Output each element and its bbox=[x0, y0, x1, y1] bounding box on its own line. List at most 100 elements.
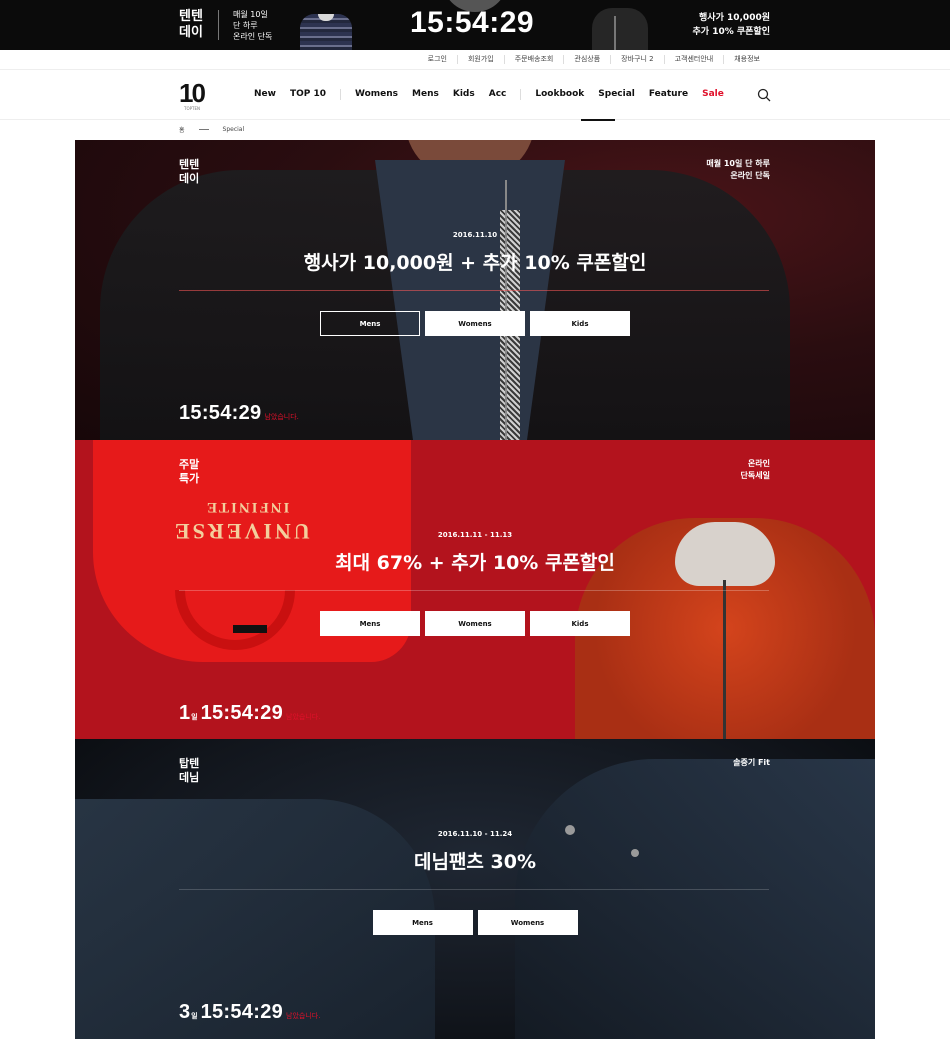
util-link-login[interactable]: 로그인 bbox=[418, 55, 457, 64]
countdown-time: 15:54:29 bbox=[179, 402, 262, 424]
banner-headline: 행사가 10,000원 + 추가 10% 쿠폰할인 bbox=[303, 252, 647, 274]
countdown-remaining-text: 남았습니다. bbox=[286, 1012, 321, 1020]
kids-button[interactable]: Kids bbox=[530, 611, 630, 636]
countdown-days: 3 bbox=[179, 1001, 191, 1023]
nav-divider bbox=[340, 89, 341, 100]
promo-brand-line2: 데이 bbox=[179, 25, 203, 40]
nav-mens[interactable]: Mens bbox=[412, 89, 439, 100]
banner-date: 2016.11.10 bbox=[452, 231, 498, 239]
banner-date: 2016.11.11 - 11.13 bbox=[437, 531, 513, 539]
breadcrumb-current: Special bbox=[222, 126, 245, 133]
promo-offer-line1: 행사가 10,000원 bbox=[699, 13, 770, 23]
countdown-day-unit: 일 bbox=[191, 713, 198, 721]
event-banner-denim[interactable]: 탑텐 데님 솔중기 Fit 2016.11.10 - 11.24 데님팬츠 30… bbox=[75, 739, 875, 1039]
hoodie-zipper bbox=[723, 580, 726, 739]
countdown-time: 15:54:29 bbox=[200, 1001, 284, 1023]
mens-button[interactable]: Mens bbox=[320, 611, 420, 636]
banner-note-line1: 온라인 bbox=[747, 459, 770, 468]
womens-button[interactable]: Womens bbox=[425, 611, 525, 636]
promo-countdown-clock: 15:54:29 bbox=[410, 6, 535, 39]
promo-jacket-zipper bbox=[614, 16, 616, 50]
promo-brand-title: 텐텐 데이 bbox=[179, 9, 203, 41]
countdown-timer: 3 일 15:54:29 남았습니다. bbox=[179, 1001, 320, 1024]
banner-category-buttons: Mens Womens Kids bbox=[75, 311, 875, 336]
countdown-day-unit: 일 bbox=[191, 1012, 198, 1020]
banner-note-line2: 단독세일 bbox=[740, 471, 770, 480]
nav-womens[interactable]: Womens bbox=[355, 89, 398, 100]
nav-lookbook[interactable]: Lookbook bbox=[535, 89, 584, 100]
util-link-signup[interactable]: 회원가입 bbox=[456, 55, 504, 64]
top-promo-banner[interactable]: 텐텐 데이 매월 10일 단 하루 온라인 단독 15:54:29 행사가 10… bbox=[0, 0, 950, 50]
banner-category-buttons: Mens Womens bbox=[75, 910, 875, 935]
jacket-zipper bbox=[505, 180, 507, 440]
banner-tag-line2: 특가 bbox=[179, 472, 200, 485]
logo-subtext: TOPTEN bbox=[184, 106, 200, 111]
promo-desc-line1: 매월 10일 bbox=[233, 10, 268, 19]
banner-note-line2: 온라인 단독 bbox=[730, 171, 770, 180]
promo-brand-line1: 텐텐 bbox=[179, 9, 203, 24]
util-link-careers[interactable]: 채용정보 bbox=[723, 55, 770, 64]
promo-offer-line2: 추가 10% 쿠폰할인 bbox=[692, 27, 771, 37]
banner-divider bbox=[179, 290, 769, 291]
promo-description: 매월 10일 단 하루 온라인 단독 bbox=[233, 9, 272, 42]
promo-offer: 행사가 10,000원 추가 10% 쿠폰할인 bbox=[693, 11, 771, 39]
utility-links: 로그인 회원가입 주문배송조회 관심상품 장바구니 2 고객센터안내 채용정보 bbox=[418, 55, 770, 64]
banner-tag: 주말 특가 bbox=[179, 458, 199, 486]
banner-divider bbox=[179, 590, 769, 591]
banner-date: 2016.11.10 - 11.24 bbox=[437, 830, 513, 838]
promo-desc-line3: 온라인 단독 bbox=[233, 32, 273, 41]
mens-button[interactable]: Mens bbox=[320, 311, 420, 336]
nav-acc[interactable]: Acc bbox=[489, 89, 507, 100]
nav-active-indicator bbox=[581, 119, 615, 121]
banner-tag-line2: 데님 bbox=[179, 771, 200, 784]
countdown-days: 1 bbox=[179, 702, 191, 724]
banner-note-line1: 매월 10일 단 하루 bbox=[706, 159, 770, 168]
search-icon[interactable] bbox=[757, 88, 771, 102]
banner-note: 매월 10일 단 하루 온라인 단독 bbox=[706, 158, 770, 182]
site-logo[interactable]: 10 TOPTEN bbox=[179, 80, 209, 112]
countdown-time: 15:54:29 bbox=[200, 702, 284, 724]
banner-tag: 탑텐 데님 bbox=[179, 757, 199, 785]
breadcrumb-home[interactable]: 홈 bbox=[179, 125, 185, 134]
banner-note: 온라인 단독세일 bbox=[741, 458, 770, 482]
nav-special[interactable]: Special bbox=[598, 89, 635, 100]
event-banner-weekend-special[interactable]: INFINITE UNIVERSE 주말 특가 온라인 단독세일 2016.11… bbox=[75, 440, 875, 739]
nav-feature[interactable]: Feature bbox=[649, 89, 688, 100]
banner-tag-line2: 데이 bbox=[179, 172, 200, 185]
banner-divider bbox=[179, 889, 769, 890]
banner-headline: 데님팬츠 30% bbox=[413, 851, 536, 873]
promo-desc-line2: 단 하루 bbox=[233, 21, 258, 30]
kids-button[interactable]: Kids bbox=[530, 311, 630, 336]
banner-tag: 텐텐 데이 bbox=[179, 158, 199, 186]
countdown-timer: 1 일 15:54:29 남았습니다. bbox=[179, 702, 320, 725]
main-header: 10 TOPTEN New TOP 10 Womens Mens Kids Ac… bbox=[0, 70, 950, 120]
banner-tag-line1: 탑텐 bbox=[179, 757, 200, 770]
util-link-order-tracking[interactable]: 주문배송조회 bbox=[503, 55, 564, 64]
breadcrumb-separator bbox=[198, 129, 209, 130]
nav-sale[interactable]: Sale bbox=[702, 89, 724, 100]
mens-button[interactable]: Mens bbox=[372, 910, 473, 935]
promo-jacket-image bbox=[592, 8, 648, 50]
util-link-customer-center[interactable]: 고객센터안내 bbox=[663, 55, 724, 64]
denim-pants-image-right bbox=[515, 759, 875, 1039]
countdown-timer: 15:54:29 남았습니다. bbox=[179, 402, 299, 425]
nav-kids[interactable]: Kids bbox=[453, 89, 475, 100]
banner-category-buttons: Mens Womens Kids bbox=[75, 611, 875, 636]
banner-note: 솔중기 Fit bbox=[733, 757, 770, 769]
womens-button[interactable]: Womens bbox=[477, 910, 578, 935]
sweatshirt-print-line1: INFINITE bbox=[205, 499, 290, 515]
nav-divider bbox=[520, 89, 522, 100]
nav-top10[interactable]: TOP 10 bbox=[290, 89, 326, 100]
banner-headline: 최대 67% + 추가 10% 쿠폰할인 bbox=[335, 552, 615, 574]
logo-number: 10 bbox=[179, 78, 206, 108]
countdown-remaining-text: 남았습니다. bbox=[286, 713, 321, 721]
main-nav: New TOP 10 Womens Mens Kids Acc Lookbook… bbox=[254, 89, 738, 100]
banner-tag-line1: 텐텐 bbox=[179, 158, 200, 171]
nav-new[interactable]: New bbox=[254, 89, 276, 100]
event-banner-tenten-day[interactable]: 텐텐 데이 매월 10일 단 하루 온라인 단독 2016.11.10 행사가 … bbox=[75, 140, 875, 440]
util-link-cart[interactable]: 장바구니 2 bbox=[610, 55, 663, 64]
womens-button[interactable]: Womens bbox=[425, 311, 525, 336]
banner-tag-line1: 주말 bbox=[179, 458, 200, 471]
util-link-wishlist[interactable]: 관심상품 bbox=[563, 55, 610, 64]
breadcrumb: 홈 Special bbox=[179, 125, 244, 134]
